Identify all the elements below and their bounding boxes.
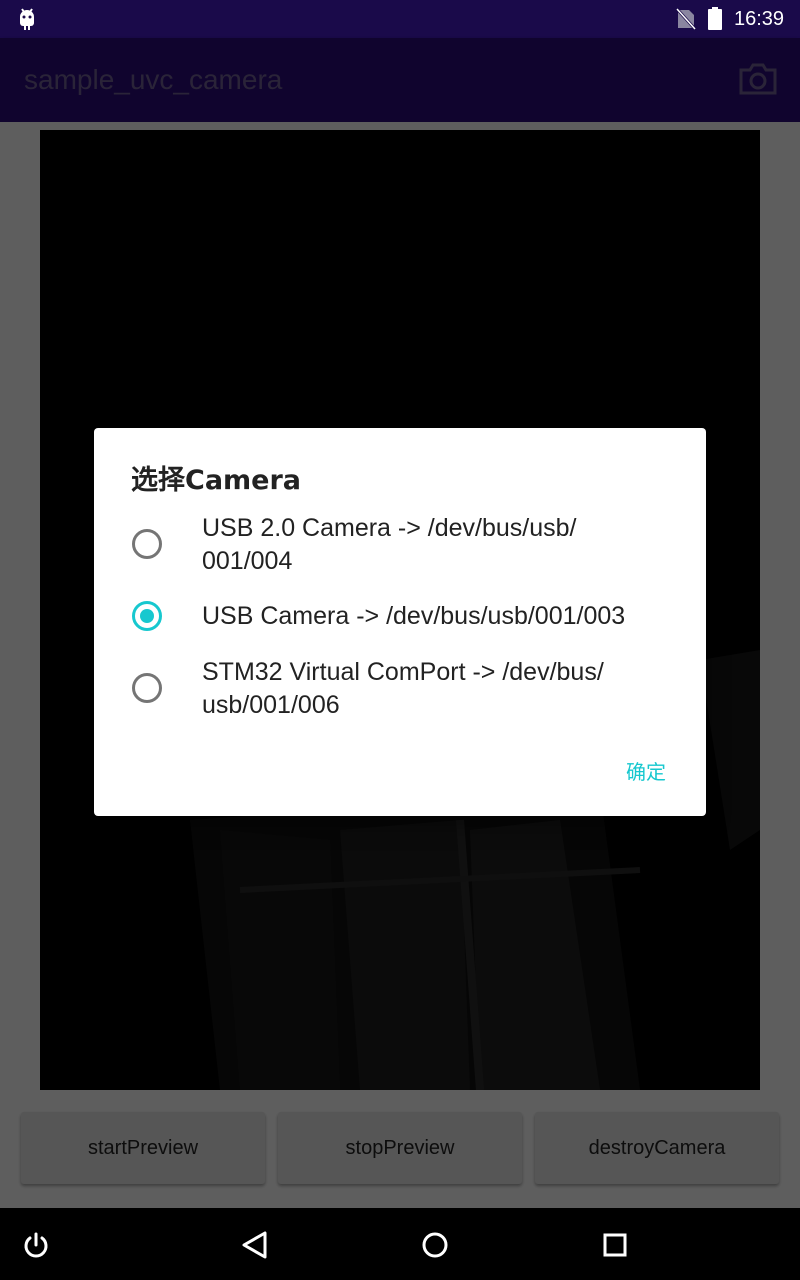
battery-full-icon (708, 7, 722, 30)
radio-button-checked[interactable] (132, 601, 162, 631)
home-icon[interactable] (420, 1230, 450, 1260)
dialog-title: 选择Camera (131, 465, 302, 496)
status-bar: 16:39 (0, 0, 800, 38)
camera-select-dialog: 选择Camera USB 2.0 Camera -> /dev/bus/usb/… (94, 428, 706, 816)
power-icon[interactable] (22, 1232, 50, 1260)
no-sim-icon (676, 8, 696, 30)
camera-option-label: USB 2.0 Camera -> /dev/bus/usb/ 001/004 (202, 514, 577, 575)
recents-icon[interactable] (602, 1232, 628, 1258)
camera-option-label: USB Camera -> /dev/bus/usb/001/003 (202, 602, 626, 630)
radio-button[interactable] (132, 673, 162, 703)
back-icon[interactable] (240, 1230, 270, 1260)
ok-button[interactable]: 确定 (606, 756, 686, 786)
android-debug-icon (20, 8, 34, 30)
camera-option-label: STM32 Virtual ComPort -> /dev/bus/ usb/0… (202, 658, 604, 719)
status-clock: 16:39 (734, 8, 785, 30)
radio-button[interactable] (132, 529, 162, 559)
navigation-bar (0, 1208, 800, 1280)
